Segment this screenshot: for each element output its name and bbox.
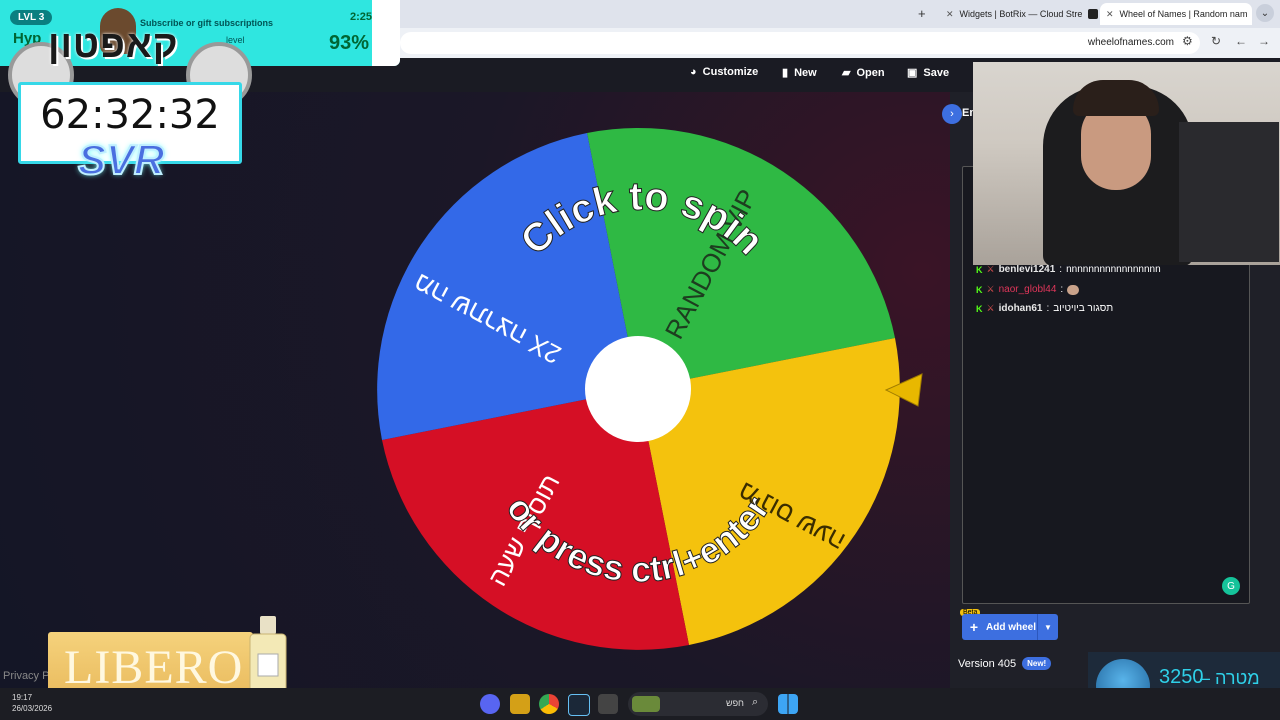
save-icon: ▣ bbox=[907, 67, 918, 79]
search-placeholder: חפש bbox=[726, 698, 744, 708]
kick-badge-icon: K bbox=[976, 284, 983, 295]
tab-wheel-of-names[interactable]: ✕ Wheel of Names | Random nam bbox=[1100, 3, 1252, 25]
chat-separator: : bbox=[1059, 264, 1063, 275]
site-settings-icon[interactable]: ⚙ bbox=[1182, 34, 1193, 48]
privacy-link[interactable]: Privacy P bbox=[3, 670, 49, 682]
new-button[interactable]: ▮ New bbox=[782, 66, 817, 80]
back-icon[interactable]: ← bbox=[1235, 34, 1247, 48]
chat-username: benlevi1241 bbox=[998, 264, 1056, 275]
open-button[interactable]: ▰ Open bbox=[842, 66, 885, 80]
tab-botrix[interactable]: ✕ Widgets | BotRix — Cloud Stre bbox=[940, 3, 1100, 25]
emote-icon bbox=[1067, 284, 1080, 295]
level-badge: LVL 3 bbox=[10, 10, 53, 25]
file-icon: ▮ bbox=[782, 67, 789, 79]
chat-separator: : bbox=[1046, 303, 1050, 314]
tab-title: Wheel of Names | Random nam bbox=[1119, 9, 1248, 19]
save-label: Save bbox=[923, 66, 950, 79]
botrix-favicon-icon bbox=[1088, 9, 1099, 19]
subathon-timer: 62:32:32 bbox=[40, 92, 220, 138]
chat-text: תסגור ביויטיוב bbox=[1053, 303, 1114, 314]
wheel-center-hub[interactable] bbox=[585, 336, 691, 442]
add-wheel-button[interactable]: + Add wheel ▼ bbox=[962, 614, 1058, 640]
task-view-icon[interactable] bbox=[598, 694, 618, 714]
new-tab-button[interactable]: + bbox=[918, 6, 926, 21]
new-badge[interactable]: New! bbox=[1022, 657, 1052, 670]
folder-icon: ▰ bbox=[842, 67, 851, 79]
webcam-feed bbox=[973, 62, 1280, 265]
system-clock[interactable]: 19:17 26/03/2026 bbox=[12, 692, 52, 714]
chevron-down-icon[interactable]: ▼ bbox=[1037, 614, 1058, 640]
open-label: Open bbox=[856, 66, 885, 79]
plus-icon: + bbox=[969, 619, 979, 635]
sword-icon: ⚔ bbox=[986, 264, 995, 274]
svr-logo: SVR bbox=[77, 135, 165, 184]
add-wheel-label: Add wheel bbox=[986, 621, 1037, 633]
goal-label: מטרה – bbox=[1200, 668, 1260, 688]
chat-username: naor_globl44 bbox=[998, 284, 1057, 295]
chat-separator: : bbox=[1060, 284, 1064, 295]
tab-search-button[interactable]: ⌄ bbox=[1256, 4, 1274, 22]
clock-time: 19:17 bbox=[12, 693, 33, 702]
search-icon: ⌕ bbox=[752, 696, 759, 708]
palette-icon: ◕ bbox=[690, 66, 697, 78]
sword-icon: ⚔ bbox=[986, 303, 995, 313]
clock-date: 26/03/2026 bbox=[12, 704, 53, 713]
app-icon[interactable] bbox=[510, 694, 530, 714]
forward-icon[interactable]: → bbox=[1258, 34, 1270, 48]
version-label: Version 405 bbox=[958, 657, 1017, 670]
customize-button[interactable]: ◕ Customize bbox=[690, 66, 758, 78]
search-highlight-icon bbox=[632, 696, 660, 712]
discord-icon[interactable] bbox=[480, 694, 500, 714]
panel-toggle-button[interactable]: › bbox=[942, 104, 962, 124]
chrome-icon[interactable] bbox=[539, 694, 559, 714]
hype-train-progress-end bbox=[372, 0, 400, 66]
sword-icon: ⚔ bbox=[986, 284, 995, 294]
tab-title: Widgets | BotRix — Cloud Stre bbox=[959, 9, 1083, 19]
url-field[interactable] bbox=[400, 32, 1200, 54]
wheel-pointer-icon bbox=[884, 373, 923, 407]
chat-message: K ⚔ idohan61 : תסגור ביויטיוב bbox=[976, 303, 1113, 314]
kick-badge-icon: K bbox=[976, 303, 983, 314]
new-label: New bbox=[794, 66, 817, 79]
kick-badge-icon: K bbox=[976, 264, 983, 275]
customize-label: Customize bbox=[702, 66, 759, 78]
hype-percent: 93% bbox=[329, 32, 370, 54]
chat-username: idohan61 bbox=[998, 303, 1043, 314]
wheel-of-names[interactable]: RANDOM VIP מינוס שעה תוסיף שעה 2X מה שתר… bbox=[375, 126, 901, 652]
hype-timer: 2:25 bbox=[350, 11, 373, 23]
chat-message: K ⚔ naor_globl44 : bbox=[976, 284, 1080, 295]
version-info: Version 405 New! bbox=[958, 657, 1052, 670]
save-button[interactable]: ▣ Save bbox=[907, 66, 950, 80]
goal-current: 3250 bbox=[1159, 666, 1204, 688]
chat-message: K ⚔ benlevi1241 : nnnnnnnnnnnnnnnnn bbox=[976, 264, 1161, 275]
sponsor-logo: LIBERO bbox=[64, 641, 244, 694]
chat-text: nnnnnnnnnnnnnnnnn bbox=[1066, 264, 1161, 275]
steam-icon[interactable] bbox=[568, 694, 590, 716]
reload-icon[interactable]: ↻ bbox=[1211, 34, 1221, 48]
windows-start-icon[interactable] bbox=[778, 694, 798, 714]
channel-logo-text: קאפטון bbox=[48, 24, 179, 66]
url-text[interactable]: wheelofnames.com bbox=[1088, 37, 1174, 48]
grammarly-icon[interactable]: G bbox=[1222, 577, 1240, 595]
